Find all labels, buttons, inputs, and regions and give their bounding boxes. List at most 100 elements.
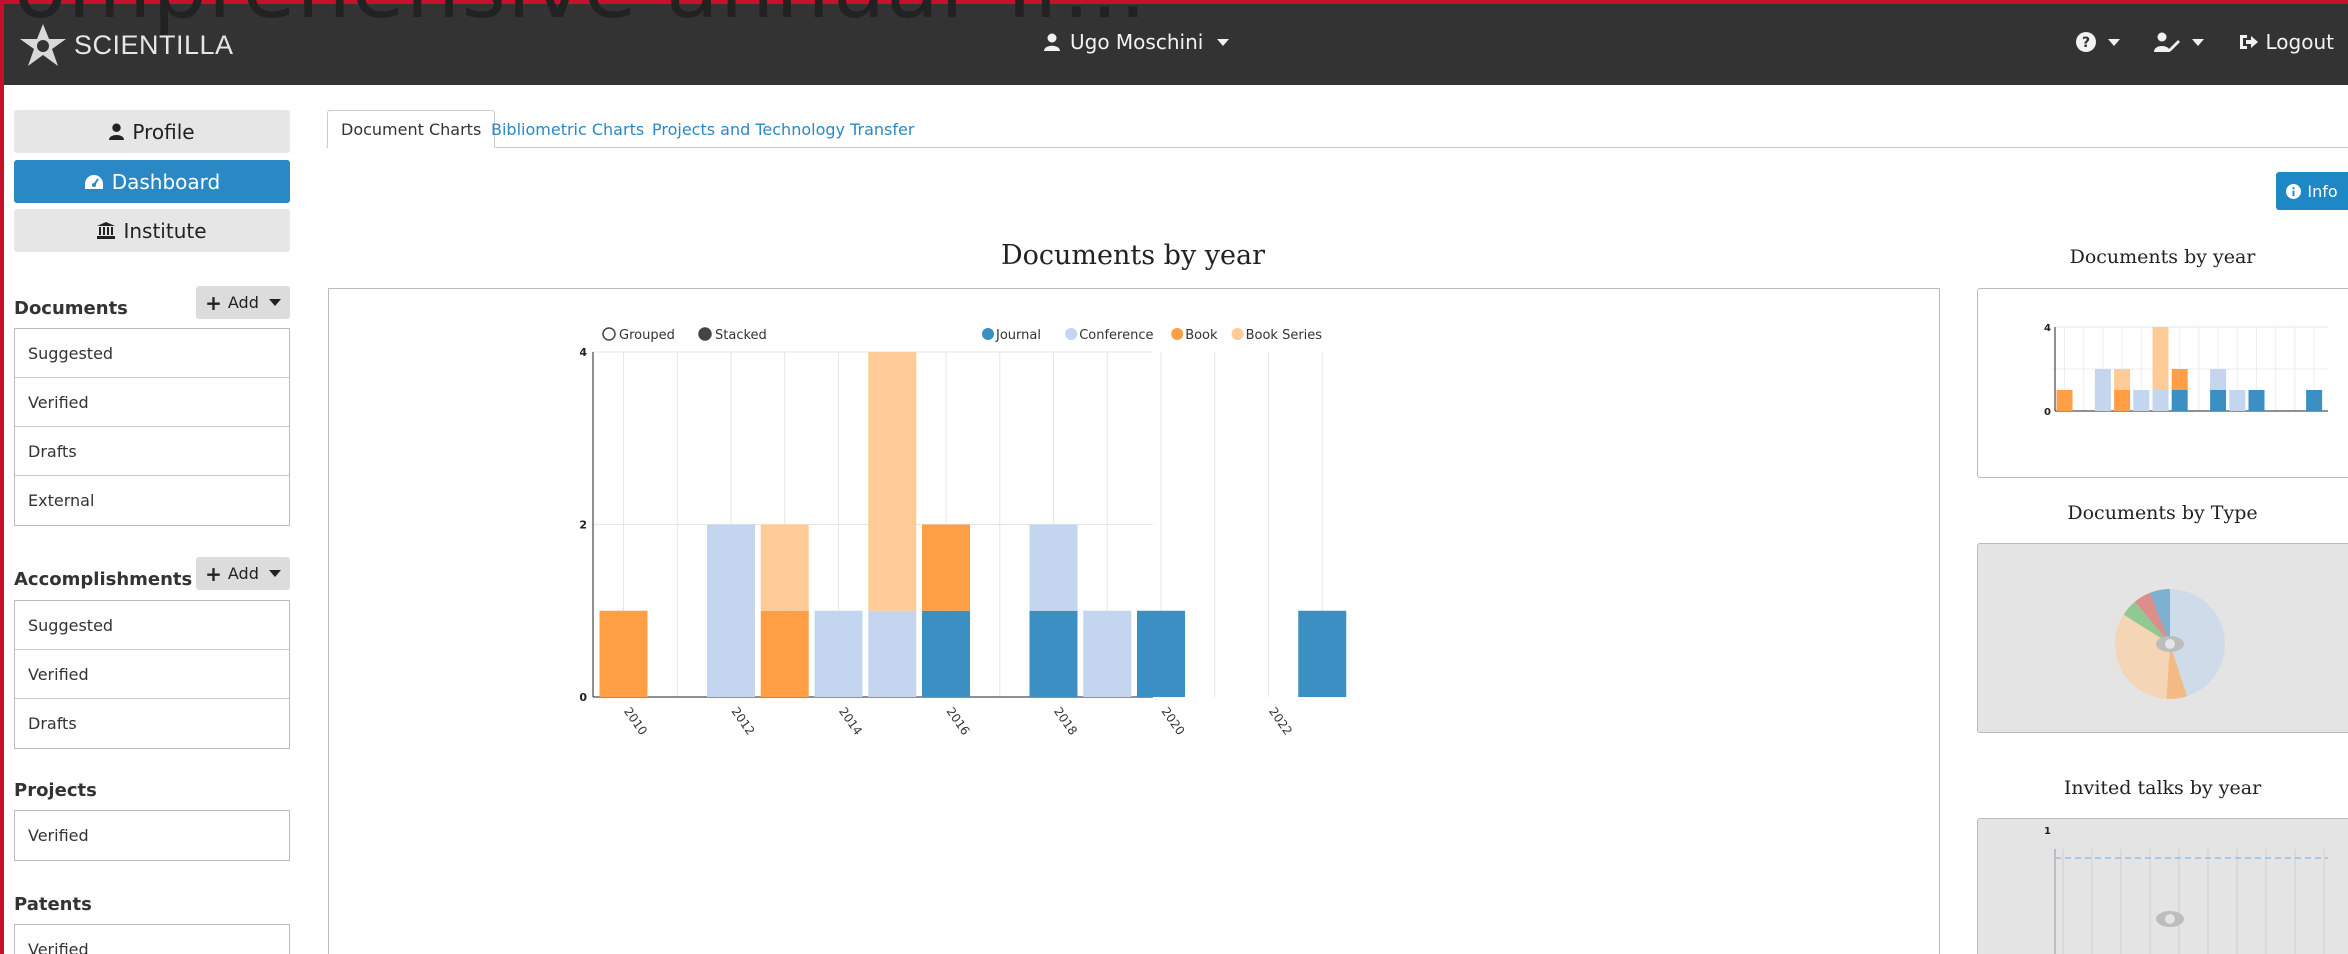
tachometer-icon [84,174,103,189]
tab-bibliometric-charts[interactable]: Bibliometric Charts [478,110,657,148]
user-icon [109,123,125,140]
documents-add-button[interactable]: + Add [196,286,290,319]
legend-label-conference: Conference [1079,328,1153,343]
documents-by-type-panel[interactable] [1977,543,2348,733]
plus-icon: + [205,290,222,315]
eye-icon [2156,911,2184,927]
accomplishments-suggested[interactable]: Suggested [15,601,289,650]
mini-bar-conference-2019 [2229,390,2246,411]
projects-list: Verified [14,810,290,861]
mini-documents-title: Documents by year [2069,246,2256,268]
mini-bar-book-series-2013 [2114,369,2131,390]
accomplishments-add-button[interactable]: + Add [196,557,290,590]
legend-label-journal: Journal [995,328,1041,343]
documents-verified[interactable]: Verified [15,378,289,427]
x-tick-label: 2020 [1159,705,1188,738]
mini-bar-journal-2018 [2210,390,2227,411]
mini-bar-journal-2020 [2248,390,2265,411]
accomplishments-drafts[interactable]: Drafts [15,699,289,748]
bar-conference-2018 [1029,524,1078,611]
patents-list: Verified [14,924,290,954]
mini-bar-book-2013 [2114,390,2131,411]
university-icon [97,222,116,239]
chevron-down-icon [1217,38,1230,46]
projects-verified[interactable]: Verified [15,811,289,860]
talks-y-tick-label: 1 [2044,826,2051,837]
logout-link[interactable]: Logout [2238,30,2334,54]
patents-heading: Patents [14,894,92,915]
bar-book-2010 [599,610,648,697]
x-tick-label: 2016 [944,705,973,738]
documents-external[interactable]: External [15,476,289,525]
accomplishments-heading: Accomplishments [14,569,193,590]
documents-by-year-chart: 0 2 4 2010 2012 2014 2016 2018 2020 2022 Grouped St… [579,327,1347,738]
mini-documents-panel[interactable]: 04 [1977,288,2348,478]
mini-bar-book-series-2015 [2152,327,2169,390]
mini-bar-conference-2012 [2094,369,2111,411]
bar-journal-2016 [922,610,970,697]
mini-bar-conference-2015 [2152,390,2169,411]
mini-documents-chart: 04 [2044,323,2328,418]
tab-projects-technology-transfer[interactable]: Projects and Technology Transfer [639,110,927,148]
plus-icon: + [205,561,222,586]
documents-heading: Documents [14,298,128,319]
info-label: Info [2307,181,2338,201]
user-edit-icon [2153,32,2180,52]
x-tick-label: 2022 [1266,705,1295,738]
mini-y-tick-label: 0 [2044,407,2051,418]
institute-button[interactable]: Institute [14,209,290,252]
info-circle-icon [2286,183,2302,199]
patents-verified[interactable]: Verified [15,925,289,954]
help-menu[interactable]: ? [2075,32,2120,52]
account-menu[interactable] [2153,32,2204,52]
mini-y-tick-label: 4 [2044,323,2051,334]
sign-out-icon [2239,35,2258,49]
bar-conference-2014 [814,610,863,697]
tab-document-charts[interactable]: Document Charts [327,110,496,148]
chevron-down-icon [268,299,281,306]
institute-label: Institute [123,218,207,243]
add-label: Add [227,564,259,583]
mini-bar-conference-2014 [2133,390,2150,411]
mini-bar-journal-2023 [2306,390,2323,411]
projects-heading: Projects [14,780,97,801]
dashboard-label: Dashboard [111,169,221,194]
add-label: Add [227,293,259,312]
accomplishments-verified[interactable]: Verified [15,650,289,699]
accomplishments-list: Suggested Verified Drafts [14,600,290,749]
x-tick-label: 2014 [836,705,865,738]
info-button[interactable]: Info [2276,172,2348,210]
mini-bar-journal-2016 [2171,390,2188,411]
x-tick-label: 2012 [729,705,758,738]
x-tick-label: 2018 [1051,705,1080,738]
mini-bar-conference-2018 [2210,369,2227,390]
legend-swatch-book [1171,328,1184,340]
main-chart-panel: 0 2 4 2010 2012 2014 2016 2018 2020 2022 Grouped St… [328,288,1940,954]
bar-conference-2015 [868,610,917,697]
documents-by-type-title: Documents by Type [2067,502,2258,524]
legend-label-book-series: Book Series [1246,328,1323,343]
mode-stacked-label: Stacked [715,328,767,343]
profile-button[interactable]: Profile [14,110,290,153]
legend-swatch-journal [982,328,994,340]
mini-bar-book-2016 [2171,369,2188,390]
chevron-down-icon [2191,38,2204,46]
bar-journal-2020 [1137,610,1185,697]
background-title-text: omprehensive annual Tr... [14,0,1148,38]
mode-grouped-label: Grouped [619,328,675,343]
chevron-down-icon [268,570,281,577]
bar-journal-2018 [1029,610,1078,697]
invited-talks-panel[interactable]: 1-1 [1977,818,2348,954]
chevron-down-icon [2107,38,2120,46]
bar-conference-2012 [707,524,755,697]
bar-book-2016 [922,524,970,611]
bar-journal-2023 [1298,610,1347,697]
dashboard-button[interactable]: Dashboard [14,160,290,203]
y-tick-label: 4 [579,346,587,359]
documents-drafts[interactable]: Drafts [15,427,289,476]
legend-swatch-book-series [1231,328,1244,340]
legend-label-book: Book [1185,328,1218,343]
documents-suggested[interactable]: Suggested [15,329,289,378]
invited-talks-title: Invited talks by year [2063,777,2262,799]
documents-list: Suggested Verified Drafts External [14,328,290,526]
